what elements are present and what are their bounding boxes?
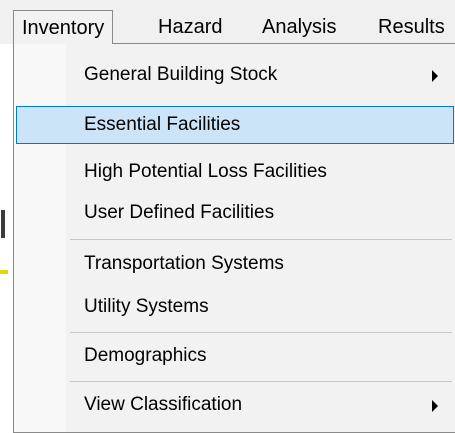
menu-item-label: Utility Systems xyxy=(84,296,209,317)
menu-item-label: General Building Stock xyxy=(84,64,278,85)
menu-item-essential-facilities[interactable]: Essential Facilities xyxy=(16,106,454,144)
menu-hazard[interactable]: Hazard xyxy=(150,10,230,44)
submenu-arrow-icon xyxy=(432,400,438,412)
background-window-left xyxy=(0,44,13,433)
menu-item-utility-systems[interactable]: Utility Systems xyxy=(16,288,454,326)
menu-item-transportation-systems[interactable]: Transportation Systems xyxy=(16,245,454,283)
menu-bar: Inventory Hazard Analysis Results xyxy=(0,0,455,44)
menu-item-user-defined-facilities[interactable]: User Defined Facilities xyxy=(16,194,454,232)
menu-analysis[interactable]: Analysis xyxy=(254,10,344,44)
menu-separator xyxy=(70,332,452,333)
menu-item-label: Demographics xyxy=(84,345,207,366)
menu-item-label: View Classification xyxy=(84,394,243,415)
menu-item-high-potential-loss-facilities[interactable]: High Potential Loss Facilities xyxy=(16,153,454,191)
menu-separator xyxy=(70,239,452,240)
menu-item-label: User Defined Facilities xyxy=(84,202,275,223)
menu-results[interactable]: Results xyxy=(370,10,453,44)
menu-item-label: High Potential Loss Facilities xyxy=(84,161,327,182)
background-edge-mark xyxy=(1,210,5,238)
submenu-arrow-icon xyxy=(432,70,438,82)
menu-item-label: Essential Facilities xyxy=(84,114,241,135)
menu-item-label: Transportation Systems xyxy=(84,253,284,274)
inventory-dropdown-menu: General Building Stock Essential Facilit… xyxy=(13,43,455,433)
menu-item-view-classification[interactable]: View Classification xyxy=(16,386,454,424)
menu-separator xyxy=(70,381,452,382)
menu-item-demographics[interactable]: Demographics xyxy=(16,337,454,375)
menu-item-general-building-stock[interactable]: General Building Stock xyxy=(16,56,454,94)
background-color-mark xyxy=(0,270,8,274)
menu-inventory[interactable]: Inventory xyxy=(13,10,114,44)
